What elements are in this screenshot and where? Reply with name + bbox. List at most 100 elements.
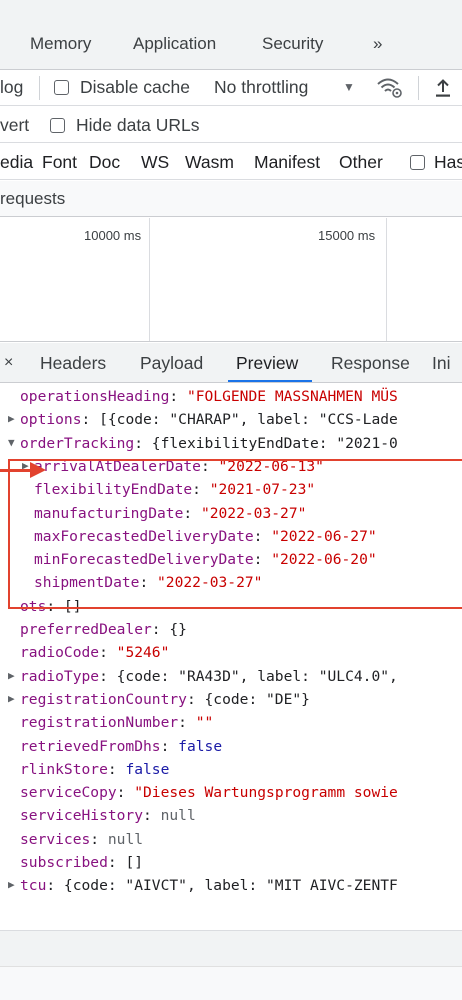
filter-doc[interactable]: Doc xyxy=(89,152,120,173)
property-key: registrationCountry xyxy=(20,690,187,708)
disable-cache-label[interactable]: Disable cache xyxy=(80,77,190,98)
requests-bar: requests xyxy=(0,181,462,217)
property-key: tcu xyxy=(20,877,47,895)
preview-line: preferredDealer: {} xyxy=(20,618,187,641)
devtools-panel-tabs: Memory Application Security » xyxy=(0,0,462,70)
property-value: : xyxy=(116,784,135,802)
invert-filter-label[interactable]: vert xyxy=(0,115,29,136)
import-har-icon[interactable] xyxy=(434,77,452,104)
preview-line: subscribed: [] xyxy=(20,851,143,874)
property-value: : {code: "AIVCT", label: "MIT AIVC-ZENTF xyxy=(46,877,398,895)
preview-line[interactable]: orderTracking: {flexibilityEndDate: "202… xyxy=(20,432,398,455)
hide-data-urls-checkbox[interactable] xyxy=(50,118,65,133)
property-value: : xyxy=(143,807,161,825)
filter-font[interactable]: Font xyxy=(42,152,77,173)
property-key: retrievedFromDhs xyxy=(20,737,161,755)
tab-application[interactable]: Application xyxy=(133,34,216,54)
network-toolbar: log Disable cache No throttling ▼ xyxy=(0,70,462,106)
property-key: radioCode xyxy=(20,644,100,662)
filter-bar: vert Hide data URLs xyxy=(0,107,462,143)
filter-manifest[interactable]: Manifest xyxy=(254,152,320,173)
collapse-triangle-icon[interactable]: ▶ xyxy=(8,879,15,891)
timeline-label: 15000 ms xyxy=(318,228,376,243)
property-key: preferredDealer xyxy=(20,621,152,638)
property-value: null xyxy=(107,830,144,848)
network-conditions-icon[interactable] xyxy=(376,76,404,105)
property-value: : xyxy=(178,714,196,732)
property-key: options xyxy=(20,411,82,429)
throttling-select[interactable]: No throttling xyxy=(214,77,308,98)
property-key: orderTracking xyxy=(20,434,135,452)
collapse-triangle-icon[interactable]: ▶ xyxy=(8,413,15,425)
filter-media[interactable]: edia xyxy=(0,152,33,173)
timeline-gridline xyxy=(149,218,150,341)
tab-preview[interactable]: Preview xyxy=(236,353,298,374)
drawer-area xyxy=(0,966,462,1000)
active-tab-indicator xyxy=(228,380,312,382)
disable-cache-checkbox[interactable] xyxy=(54,80,69,95)
property-value: false xyxy=(178,737,223,755)
timeline-label: 10000 ms xyxy=(84,228,142,243)
preview-line: serviceCopy: "Dieses Wartungsprogramm so… xyxy=(20,781,398,804)
timeline-gridline xyxy=(386,218,387,341)
property-value: : xyxy=(169,388,187,405)
hide-data-urls-label[interactable]: Hide data URLs xyxy=(76,115,200,136)
property-key: operationsHeading xyxy=(20,388,170,405)
property-key: subscribed xyxy=(20,854,108,871)
property-value: "FOLGENDE MASSNAHMEN MÜS xyxy=(186,388,398,405)
property-key: registrationNumber xyxy=(20,714,179,732)
throttling-dropdown-arrow[interactable]: ▼ xyxy=(343,80,355,94)
preview-line: services: null xyxy=(20,828,143,851)
property-key: services xyxy=(20,830,91,848)
tab-response[interactable]: Response xyxy=(331,353,410,374)
tab-payload[interactable]: Payload xyxy=(140,353,203,374)
property-key: serviceHistory xyxy=(20,807,144,825)
collapse-triangle-icon[interactable]: ▶ xyxy=(8,692,15,705)
status-bar xyxy=(0,930,462,966)
preview-line[interactable]: radioType: {code: "RA43D", label: "ULC4.… xyxy=(20,665,398,688)
preview-line: radioCode: "5246" xyxy=(20,641,169,664)
collapse-triangle-icon[interactable]: ▶ xyxy=(8,669,15,682)
filter-wasm[interactable]: Wasm xyxy=(185,152,234,173)
property-value: false xyxy=(125,760,170,778)
property-value: : {code: "RA43D", label: "ULC4.0", xyxy=(99,667,398,685)
tab-headers[interactable]: Headers xyxy=(40,353,106,374)
more-tabs-button[interactable]: » xyxy=(373,34,382,54)
property-value: null xyxy=(160,807,196,825)
has-blocked-cookies-label[interactable]: Has xyxy=(434,152,462,173)
filter-other[interactable]: Other xyxy=(339,152,383,173)
preview-line: serviceHistory: null xyxy=(20,804,196,827)
property-value: : {code: "DE"} xyxy=(186,690,310,708)
preview-line: retrievedFromDhs: false xyxy=(20,735,222,758)
annotation-arrow-icon xyxy=(30,462,46,478)
tab-security[interactable]: Security xyxy=(262,34,323,54)
expand-triangle-icon[interactable]: ▼ xyxy=(8,436,15,449)
toolbar-divider xyxy=(418,76,419,100)
property-value: : {flexibilityEndDate: "2021-0 xyxy=(134,434,398,452)
property-value: : {} xyxy=(151,621,187,638)
annotation-highlight-box xyxy=(8,459,462,609)
filter-ws[interactable]: WS xyxy=(141,152,169,173)
property-value: : [] xyxy=(107,854,144,871)
preview-line[interactable]: options: [{code: "CHARAP", label: "CCS-L… xyxy=(20,408,398,431)
request-detail-tabs: × Headers Payload Preview Response Ini xyxy=(0,343,462,383)
preview-line: operationsHeading: "FOLGENDE MASSNAHMEN … xyxy=(20,385,398,408)
toolbar-divider xyxy=(39,76,40,100)
annotation-arrow-shaft xyxy=(0,469,34,472)
preview-line[interactable]: registrationCountry: {code: "DE"} xyxy=(20,688,310,711)
preview-line: rlinkStore: false xyxy=(20,758,169,781)
preview-line[interactable]: tcu: {code: "AIVCT", label: "MIT AIVC-ZE… xyxy=(20,874,398,897)
property-key: rlinkStore xyxy=(20,760,108,778)
property-value: : xyxy=(99,644,117,662)
has-blocked-cookies-checkbox[interactable] xyxy=(410,155,425,170)
property-value: : xyxy=(107,760,126,778)
preserve-log-label[interactable]: log xyxy=(0,77,23,98)
tab-initiator[interactable]: Ini xyxy=(432,353,450,374)
property-value: : [{code: "CHARAP", label: "CCS-Lade xyxy=(81,411,398,429)
close-detail-button[interactable]: × xyxy=(4,354,13,372)
tab-memory[interactable]: Memory xyxy=(30,34,91,54)
timeline-overview[interactable]: 10000 ms 15000 ms xyxy=(0,218,462,342)
resource-type-filter-bar: edia Font Doc WS Wasm Manifest Other Has xyxy=(0,144,462,180)
preview-line: registrationNumber: "" xyxy=(20,711,213,734)
property-key: serviceCopy xyxy=(20,784,117,802)
